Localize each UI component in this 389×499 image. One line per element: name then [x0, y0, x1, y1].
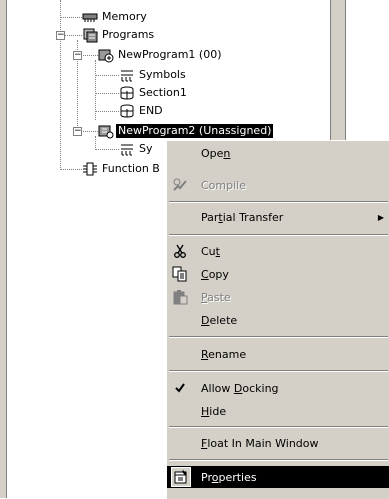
tree-item-program1[interactable]: NewProgram1 (00)	[98, 47, 223, 63]
tree-item-label: Symbols	[139, 68, 186, 81]
menu-rename[interactable]: Rename	[167, 343, 389, 365]
menu-properties[interactable]: Properties	[167, 466, 389, 488]
menu-separator	[169, 459, 388, 461]
tree-item-label: Function B	[102, 162, 160, 175]
program-icon	[98, 47, 114, 63]
section-icon	[119, 85, 135, 101]
tree-line	[60, 17, 82, 18]
menu-cut[interactable]: Cut	[167, 240, 389, 262]
tree-item-section1[interactable]: Section1	[119, 85, 189, 101]
end-icon	[119, 103, 135, 119]
tree-item-label: NewProgram2 (Unassigned)	[116, 124, 274, 138]
tree-line	[95, 75, 119, 76]
collapse-program2-toggle[interactable]: −	[73, 127, 82, 136]
menu-rename-label: Rename	[201, 347, 247, 361]
menu-separator	[169, 234, 388, 236]
tree-line	[65, 35, 82, 36]
menu-open-label: Open	[201, 146, 231, 160]
menu-allow-docking-label: Allow Docking	[201, 381, 279, 395]
symbols-icon	[119, 67, 135, 83]
collapse-program1-toggle[interactable]: −	[73, 51, 82, 60]
menu-copy[interactable]: Copy	[167, 263, 389, 285]
tree-item-label: Section1	[139, 86, 187, 99]
tree-item-end[interactable]: END	[119, 103, 165, 119]
context-menu: Open Compile Partial Transfer ▶ Cut Copy…	[166, 140, 389, 499]
tree-line	[95, 136, 96, 150]
left-window-border	[0, 0, 7, 498]
properties-icon	[171, 467, 191, 487]
menu-delete[interactable]: Delete	[167, 309, 389, 331]
tree-line	[95, 111, 119, 112]
copy-icon	[171, 265, 189, 283]
tree-item-label: Sy	[139, 142, 153, 155]
menu-paste[interactable]: Paste	[167, 286, 389, 308]
symbols-icon	[119, 141, 135, 157]
compile-icon	[171, 176, 189, 194]
menu-partial-transfer-label: Partial Transfer	[201, 210, 284, 224]
menu-compile-label: Compile	[201, 178, 246, 192]
menu-compile[interactable]: Compile	[167, 174, 389, 196]
menu-float-label: Float In Main Window	[201, 436, 319, 450]
tree-item-memory[interactable]: Memory	[82, 9, 149, 25]
tree-line	[95, 93, 119, 94]
paste-icon	[171, 288, 189, 306]
menu-float-in-main-window[interactable]: Float In Main Window	[167, 432, 389, 454]
tree-line	[60, 169, 82, 170]
tree-line	[95, 149, 119, 150]
menu-copy-label: Copy	[201, 267, 229, 281]
menu-open[interactable]: Open	[167, 142, 389, 164]
tree-item-programs[interactable]: Programs	[82, 27, 156, 43]
menu-separator	[169, 426, 388, 428]
collapse-programs-toggle[interactable]: −	[56, 31, 65, 40]
menu-cut-label: Cut	[201, 244, 220, 258]
tree-line	[81, 131, 98, 132]
tree-item-program2[interactable]: NewProgram2 (Unassigned)	[98, 123, 274, 139]
menu-separator	[169, 370, 388, 372]
checkmark-icon	[171, 379, 189, 397]
tree-item-label: END	[139, 104, 163, 117]
tree-line	[81, 55, 98, 56]
menu-allow-docking[interactable]: Allow Docking	[167, 377, 389, 399]
menu-paste-label: Paste	[201, 290, 231, 304]
tree-item-symbols[interactable]: Symbols	[119, 67, 188, 83]
submenu-arrow-icon: ▶	[377, 212, 384, 222]
scissors-icon	[171, 242, 189, 260]
menu-hide[interactable]: Hide	[167, 400, 389, 422]
tree-item-function-blocks[interactable]: Function B	[82, 161, 162, 177]
menu-separator	[169, 201, 388, 203]
tree-line	[60, 0, 61, 170]
programs-icon	[82, 27, 98, 43]
tree-item-label: Programs	[102, 28, 155, 41]
memory-icon	[82, 9, 98, 25]
tree-item-label: Memory	[102, 10, 147, 23]
menu-separator	[169, 336, 388, 338]
tree-item-symbols-2[interactable]: Sy	[119, 141, 155, 157]
function-block-icon	[82, 161, 98, 177]
tree-item-label: NewProgram1 (00)	[118, 48, 222, 61]
program-icon	[98, 123, 114, 139]
menu-hide-label: Hide	[201, 404, 227, 418]
menu-properties-label: Properties	[201, 470, 257, 484]
menu-partial-transfer[interactable]: Partial Transfer ▶	[167, 206, 389, 228]
menu-delete-label: Delete	[201, 313, 238, 327]
